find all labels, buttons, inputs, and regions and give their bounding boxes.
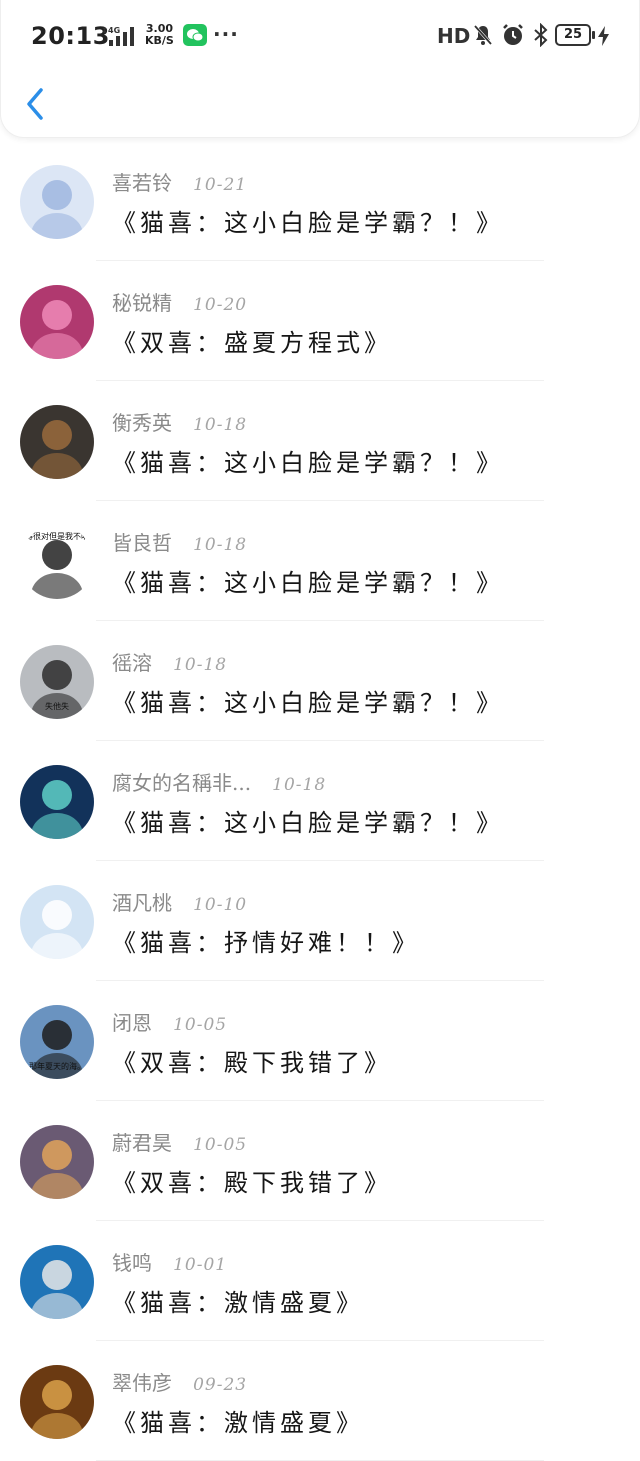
more-status-icon: ···	[213, 22, 239, 46]
user-name[interactable]: 徭溶	[112, 651, 152, 675]
space-art-avatar[interactable]	[20, 765, 94, 839]
bluetooth-icon	[534, 23, 548, 47]
user-name[interactable]: 钱鸣	[112, 1251, 152, 1275]
name-row: 蔚君昊 10-05	[112, 1127, 247, 1157]
user-name[interactable]: 皆良哲	[112, 531, 172, 555]
book-title[interactable]: 《猫喜：这小白脸是学霸？！》	[112, 803, 504, 838]
message-date: 10-18	[173, 655, 228, 675]
book-title[interactable]: 《猫喜：激情盛夏》	[112, 1283, 364, 1318]
top-header: 20:13 ↕ 4G 3.00 KB/S ··· HD 25	[0, 0, 640, 138]
grey-portrait-avatar[interactable]: 失他失	[20, 645, 94, 719]
girl-photo-avatar[interactable]	[20, 285, 94, 359]
signal-icon: ↕ 4G	[101, 26, 134, 46]
book-title[interactable]: 《猫喜：这小白脸是学霸？！》	[112, 203, 504, 238]
book-title[interactable]: 《猫喜：这小白脸是学霸？！》	[112, 443, 504, 478]
user-name[interactable]: 蔚君昊	[112, 1131, 172, 1155]
alarm-clock-icon	[503, 24, 523, 45]
battery-icon: 25	[555, 24, 595, 46]
mute-bell-icon	[473, 25, 493, 45]
name-row: 喜若铃 10-21	[112, 167, 247, 197]
name-row: 腐女的名稱非... 10-18	[112, 767, 326, 797]
message-date: 10-20	[193, 295, 248, 315]
network-speed: 3.00 KB/S	[145, 23, 174, 47]
book-title[interactable]: 《猫喜：抒情好难！！》	[112, 923, 420, 958]
name-row: 酒凡桃 10-10	[112, 887, 247, 917]
message-list: 喜若铃 10-21 《猫喜：这小白脸是学霸？！》 秘锐精 10-20 《双喜：盛…	[0, 141, 640, 1461]
name-row: 衡秀英 10-18	[112, 407, 247, 437]
avatar-caption: 那年夏天的海。	[29, 1061, 85, 1071]
book-title[interactable]: 《双喜：殿下我错了》	[112, 1043, 392, 1078]
message-date: 10-05	[173, 1015, 228, 1035]
user-name[interactable]: 酒凡桃	[112, 891, 172, 915]
list-item[interactable]: 衡秀英 10-18 《猫喜：这小白脸是学霸？！》	[0, 381, 640, 501]
user-name[interactable]: 腐女的名稱非...	[112, 771, 251, 795]
list-item[interactable]: 翠伟彦 09-23 《猫喜：激情盛夏》	[0, 1341, 640, 1461]
message-date: 10-21	[193, 175, 248, 195]
wechat-icon	[183, 24, 207, 46]
book-title[interactable]: 《双喜：盛夏方程式》	[112, 323, 392, 358]
user-name[interactable]: 翠伟彦	[112, 1371, 172, 1395]
summer-sea-avatar[interactable]: 那年夏天的海。	[20, 1005, 94, 1079]
back-chevron-icon[interactable]	[21, 84, 53, 124]
user-name[interactable]: 闭恩	[112, 1011, 152, 1035]
list-item[interactable]: 蔚君昊 10-05 《双喜：殿下我错了》	[0, 1101, 640, 1221]
book-title[interactable]: 《猫喜：这小白脸是学霸？！》	[112, 683, 504, 718]
svg-text:↕: ↕	[101, 26, 108, 35]
speed-unit: KB/S	[145, 34, 174, 47]
name-row: 徭溶 10-18	[112, 647, 227, 677]
book-title[interactable]: 《猫喜：这小白脸是学霸？！》	[112, 563, 504, 598]
meme-avatar[interactable]: 你说得很对但是我不听你的	[20, 525, 94, 599]
list-item[interactable]: 喜若铃 10-21 《猫喜：这小白脸是学霸？！》	[0, 141, 640, 261]
list-item[interactable]: 失他失 徭溶 10-18 《猫喜：这小白脸是学霸？！》	[0, 621, 640, 741]
avatar-caption: 你说得很对但是我不听你的	[20, 531, 94, 541]
list-item[interactable]: 钱鸣 10-01 《猫喜：激情盛夏》	[0, 1221, 640, 1341]
anime-girl-avatar[interactable]	[20, 165, 94, 239]
list-item[interactable]: 那年夏天的海。 闭恩 10-05 《双喜：殿下我错了》	[0, 981, 640, 1101]
heart-leaf-avatar[interactable]	[20, 1125, 94, 1199]
girl-with-bear-avatar[interactable]	[20, 405, 94, 479]
name-row: 皆良哲 10-18	[112, 527, 247, 557]
status-bar: 20:13 ↕ 4G 3.00 KB/S ··· HD 25	[1, 0, 640, 72]
list-item[interactable]: 酒凡桃 10-10 《猫喜：抒情好难！！》	[0, 861, 640, 981]
user-name[interactable]: 秘锐精	[112, 291, 172, 315]
list-item[interactable]: 腐女的名稱非... 10-18 《猫喜：这小白脸是学霸？！》	[0, 741, 640, 861]
avatar-caption: 失他失	[45, 701, 69, 711]
message-date: 10-05	[193, 1135, 248, 1155]
book-title[interactable]: 《双喜：殿下我错了》	[112, 1163, 392, 1198]
network-type: 4G	[108, 26, 120, 35]
message-date: 09-23	[193, 1375, 248, 1395]
message-date: 10-10	[193, 895, 248, 915]
name-row: 翠伟彦 09-23	[112, 1367, 247, 1397]
list-item[interactable]: 你说得很对但是我不听你的 皆良哲 10-18 《猫喜：这小白脸是学霸？！》	[0, 501, 640, 621]
message-date: 10-01	[173, 1255, 228, 1275]
name-row: 秘锐精 10-20	[112, 287, 247, 317]
name-row: 闭恩 10-05	[112, 1007, 227, 1037]
message-date: 10-18	[272, 775, 327, 795]
user-name[interactable]: 喜若铃	[112, 171, 172, 195]
name-row: 钱鸣 10-01	[112, 1247, 227, 1277]
charging-icon	[598, 26, 609, 46]
list-item[interactable]: 秘锐精 10-20 《双喜：盛夏方程式》	[0, 261, 640, 381]
hd-indicator: HD	[437, 24, 471, 48]
message-date: 10-18	[193, 415, 248, 435]
message-date: 10-18	[193, 535, 248, 555]
book-title[interactable]: 《猫喜：激情盛夏》	[112, 1403, 364, 1438]
user-name[interactable]: 衡秀英	[112, 411, 172, 435]
warrior-avatar[interactable]	[20, 1365, 94, 1439]
masked-boy-avatar[interactable]	[20, 1245, 94, 1319]
qzone-star-avatar[interactable]	[20, 885, 94, 959]
